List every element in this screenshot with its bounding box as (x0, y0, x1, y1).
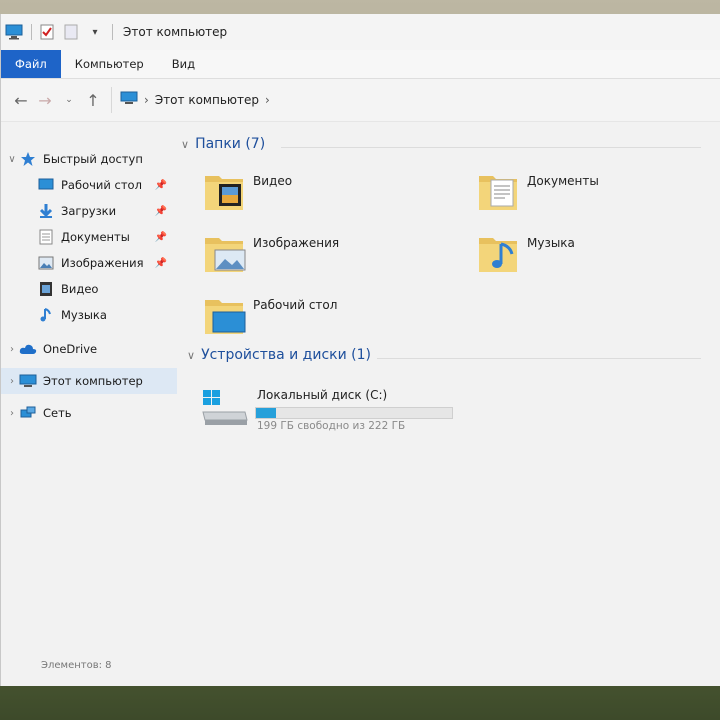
pin-icon[interactable]: 📌 (155, 232, 167, 243)
breadcrumb[interactable]: Этот компьютер (155, 93, 259, 107)
new-folder-icon[interactable] (62, 23, 80, 41)
chevron-right-icon[interactable]: › (265, 93, 270, 107)
sidebar-item-music[interactable]: Музыка (1, 302, 177, 328)
music-folder-icon (477, 232, 521, 276)
drive-name: Локальный диск (C:) (257, 388, 388, 402)
navigation-pane: ∨ Быстрый доступ Рабочий стол 📌 Загрузки… (1, 136, 177, 656)
sidebar-item-label: Этот компьютер (43, 374, 143, 388)
documents-folder-icon (477, 170, 521, 214)
folder-tile-music[interactable]: Музыка (477, 232, 575, 276)
sidebar-item-quick-access[interactable]: ∨ Быстрый доступ (1, 146, 177, 172)
title-bar: ▾ Этот компьютер (1, 14, 720, 50)
sidebar-item-label: Изображения (61, 256, 144, 270)
drive-usage-fill (256, 408, 276, 418)
computer-icon (120, 91, 138, 110)
sidebar-item-label: OneDrive (43, 342, 98, 356)
devices-group-header[interactable]: ∨ Устройства и диски (1) (187, 347, 371, 363)
video-icon (37, 280, 55, 298)
drive-usage-bar (255, 407, 453, 419)
network-icon (19, 404, 37, 422)
cloud-icon (19, 340, 37, 358)
sidebar-item-this-pc[interactable]: › Этот компьютер (1, 368, 177, 394)
computer-icon[interactable] (5, 23, 23, 41)
divider (31, 24, 32, 40)
images-icon (37, 254, 55, 272)
pin-icon[interactable]: 📌 (155, 180, 167, 191)
pin-icon[interactable]: 📌 (155, 258, 167, 269)
sidebar-item-label: Быстрый доступ (43, 152, 143, 166)
divider (377, 358, 701, 359)
folder-label: Рабочий стол (253, 298, 338, 312)
images-folder-icon (203, 232, 247, 276)
recent-dropdown-icon[interactable]: ⌄ (57, 88, 81, 112)
folder-label: Документы (527, 174, 599, 188)
chevron-down-icon[interactable]: ∨ (181, 138, 189, 151)
star-icon (19, 150, 37, 168)
chevron-right-icon[interactable]: › (144, 93, 149, 107)
status-item-count: Элементов: 8 (41, 660, 112, 671)
music-icon (37, 306, 55, 324)
folders-group-header[interactable]: ∨ Папки (7) (181, 136, 265, 152)
navigation-bar: ← → ⌄ ↑ › Этот компьютер › (1, 79, 720, 122)
forward-arrow-icon[interactable]: → (33, 88, 57, 112)
sidebar-item-label: Рабочий стол (61, 178, 142, 192)
window-title: Этот компьютер (123, 25, 228, 39)
up-arrow-icon[interactable]: ↑ (81, 88, 105, 112)
sidebar-item-network[interactable]: › Сеть (1, 400, 177, 426)
pin-icon[interactable]: 📌 (155, 206, 167, 217)
quick-access-dropdown-icon[interactable]: ▾ (86, 23, 104, 41)
chevron-right-icon[interactable]: › (5, 344, 19, 355)
folder-tile-images[interactable]: Изображения (203, 232, 339, 276)
chevron-right-icon[interactable]: › (5, 376, 19, 387)
ribbon-tabs: Файл Компьютер Вид (1, 50, 720, 79)
folder-label: Изображения (253, 236, 340, 250)
back-arrow-icon[interactable]: ← (9, 88, 33, 112)
chevron-down-icon[interactable]: ∨ (5, 154, 19, 165)
sidebar-item-onedrive[interactable]: › OneDrive (1, 336, 177, 362)
sidebar-item-label: Музыка (61, 308, 107, 322)
video-folder-icon (203, 170, 247, 214)
sidebar-item-documents[interactable]: Документы 📌 (1, 224, 177, 250)
tab-computer[interactable]: Компьютер (61, 50, 158, 78)
folder-tile-video[interactable]: Видео (203, 170, 292, 214)
folder-tile-documents[interactable]: Документы (477, 170, 599, 214)
divider (112, 24, 113, 40)
chevron-right-icon[interactable]: › (5, 408, 19, 419)
sidebar-item-desktop[interactable]: Рабочий стол 📌 (1, 172, 177, 198)
sidebar-item-downloads[interactable]: Загрузки 📌 (1, 198, 177, 224)
folder-label: Видео (253, 174, 293, 188)
tab-view[interactable]: Вид (158, 50, 209, 78)
sidebar-item-label: Сеть (43, 406, 72, 420)
sidebar-item-label: Видео (61, 282, 99, 296)
sidebar-item-label: Документы (61, 230, 130, 244)
group-title: Устройства и диски (1) (201, 347, 371, 363)
drive-tile-c[interactable] (201, 386, 248, 430)
desktop-icon (37, 176, 55, 194)
sidebar-item-label: Загрузки (61, 204, 117, 218)
folder-label: Музыка (527, 236, 575, 250)
documents-icon (37, 228, 55, 246)
computer-icon (19, 372, 37, 390)
sidebar-item-video[interactable]: Видео (1, 276, 177, 302)
tab-file[interactable]: Файл (1, 50, 61, 78)
sidebar-item-images[interactable]: Изображения 📌 (1, 250, 177, 276)
chevron-down-icon[interactable]: ∨ (187, 349, 195, 362)
download-icon (37, 202, 55, 220)
folder-tile-desktop[interactable]: Рабочий стол (203, 294, 337, 338)
address-bar[interactable]: › Этот компьютер › (111, 87, 720, 113)
explorer-window: ▾ Этот компьютер Файл Компьютер Вид ← → … (0, 14, 720, 686)
divider (281, 147, 701, 148)
desktop-folder-icon (203, 294, 247, 338)
group-title: Папки (7) (195, 136, 266, 152)
hard-drive-icon (201, 386, 248, 430)
drive-free-space: 199 ГБ свободно из 222 ГБ (257, 420, 406, 432)
properties-icon[interactable] (38, 23, 56, 41)
